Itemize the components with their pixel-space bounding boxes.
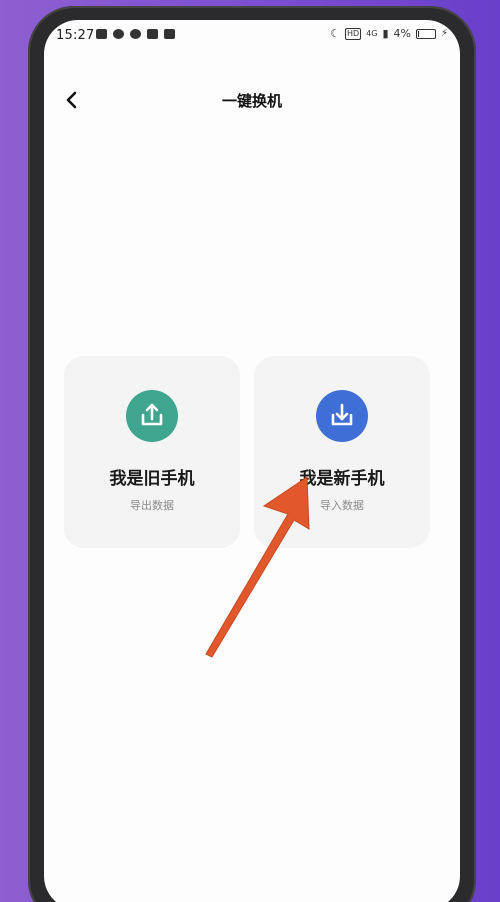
header: 一键换机 [44, 84, 460, 120]
charging-icon: ⚡ [440, 28, 448, 39]
old-phone-card[interactable]: 我是旧手机 导出数据 [64, 356, 240, 548]
status-right: ☾ HD 4G ▮ 4% ⚡ [330, 27, 448, 40]
battery-percent: 4% [393, 27, 411, 40]
message-icon [164, 29, 175, 39]
status-bar: 15:27 ☾ HD 4G ▮ 4% ⚡ [44, 20, 460, 52]
new-phone-card[interactable]: 我是新手机 导入数据 [254, 356, 430, 548]
signal-icon: ▮ [382, 27, 389, 40]
network-type: 4G [366, 29, 378, 38]
new-phone-subtitle: 导入数据 [320, 499, 364, 512]
download-icon [316, 390, 368, 442]
mail-icon [147, 29, 158, 39]
video-call-icon [96, 29, 107, 39]
phone-screen: 15:27 ☾ HD 4G ▮ 4% ⚡ 一键换机 我是旧手机 导出数据 我是新… [44, 20, 460, 902]
page-title: 一键换机 [221, 92, 282, 110]
upload-icon [126, 390, 178, 442]
old-phone-subtitle: 导出数据 [130, 499, 174, 512]
moon-icon: ☾ [330, 27, 340, 40]
chat-icon [113, 29, 124, 39]
battery-icon [415, 28, 436, 39]
bubble-icon [130, 29, 141, 39]
old-phone-title: 我是旧手机 [109, 469, 195, 489]
notification-icons [96, 29, 175, 39]
new-phone-title: 我是新手机 [299, 469, 385, 489]
hd-badge: HD [344, 27, 362, 40]
status-time: 15:27 [56, 28, 95, 43]
